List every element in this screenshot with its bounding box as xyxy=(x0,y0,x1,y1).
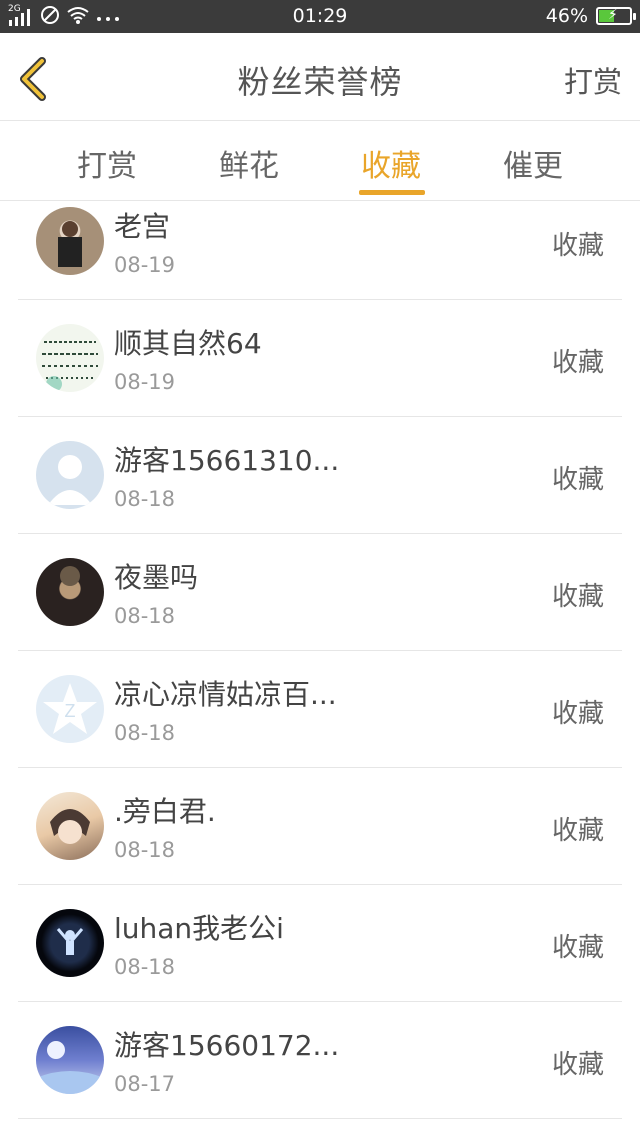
fan-list: 老宫 08-19 收藏 顺其自然64 08-19 收藏 游客15661310..… xyxy=(0,201,640,1138)
list-item[interactable]: Z 凉心凉情姑凉百... 08-18 收藏 xyxy=(0,651,640,768)
tab-urge-update[interactable]: 催更 xyxy=(473,141,593,185)
action-label: 收藏 xyxy=(551,465,604,495)
avatar xyxy=(36,1026,104,1094)
action-label: 收藏 xyxy=(551,1050,604,1080)
tab-favorites[interactable]: 收藏 xyxy=(331,141,451,185)
user-name: 老宫 xyxy=(114,210,171,243)
avatar xyxy=(36,207,104,275)
avatar xyxy=(36,558,104,626)
list-item[interactable]: .旁白君. 08-18 收藏 xyxy=(0,768,640,885)
user-name: luhan我老公i xyxy=(114,912,284,945)
action-label: 收藏 xyxy=(551,348,604,378)
avatar xyxy=(36,792,104,860)
date: 08-18 xyxy=(114,487,176,511)
default-user-icon xyxy=(48,455,92,505)
action-label: 收藏 xyxy=(551,816,604,846)
action-label: 收藏 xyxy=(551,582,604,612)
date: 08-18 xyxy=(114,721,176,745)
action-label: 收藏 xyxy=(551,231,604,261)
header: 粉丝荣誉榜 打赏 xyxy=(0,33,640,121)
date: 08-18 xyxy=(114,604,176,628)
user-name: 顺其自然64 xyxy=(114,327,262,360)
reward-button[interactable]: 打赏 xyxy=(564,59,622,101)
tab-reward[interactable]: 打赏 xyxy=(47,141,167,185)
avatar: Z xyxy=(36,675,104,743)
user-name: 游客15661310... xyxy=(114,444,340,477)
active-tab-indicator xyxy=(359,190,425,195)
list-item[interactable]: 游客15661310... 08-18 收藏 xyxy=(0,417,640,534)
action-label: 收藏 xyxy=(551,933,604,963)
date: 08-19 xyxy=(114,253,176,277)
battery-icon: ⚡ xyxy=(596,7,636,25)
date: 08-18 xyxy=(114,838,176,862)
action-label: 收藏 xyxy=(551,699,604,729)
tab-flowers[interactable]: 鲜花 xyxy=(189,141,309,185)
date: 08-17 xyxy=(114,1072,176,1096)
avatar xyxy=(36,324,104,392)
user-name: 游客15660172... xyxy=(114,1029,340,1062)
charging-icon: ⚡ xyxy=(608,7,618,23)
status-time: 01:29 xyxy=(292,5,348,27)
user-name: 凉心凉情姑凉百... xyxy=(114,678,337,711)
star-logo-icon: Z xyxy=(43,683,97,734)
list-item[interactable]: 游客15660172... 08-17 收藏 xyxy=(0,1002,640,1119)
list-item[interactable]: luhan我老公i 08-18 收藏 xyxy=(0,885,640,1002)
avatar xyxy=(36,909,104,977)
list-item[interactable]: 老宫 08-19 收藏 xyxy=(0,201,640,300)
user-name: 夜墨吗 xyxy=(114,561,199,594)
svg-text:Z: Z xyxy=(65,701,76,721)
page-title: 粉丝荣誉榜 xyxy=(237,63,403,101)
status-right: 46% ⚡ xyxy=(545,5,636,27)
status-bar: 2G 01:29 46% ⚡ xyxy=(0,0,640,33)
user-name: .旁白君. xyxy=(114,795,216,828)
tab-bar: 打赏 鲜花 收藏 催更 xyxy=(0,121,640,201)
avatar xyxy=(36,441,104,509)
date: 08-18 xyxy=(114,955,176,979)
list-item[interactable]: 顺其自然64 08-19 收藏 xyxy=(0,300,640,417)
date: 08-19 xyxy=(114,370,176,394)
divider xyxy=(18,1118,622,1119)
list-item[interactable]: 夜墨吗 08-18 收藏 xyxy=(0,534,640,651)
battery-percent: 46% xyxy=(545,5,588,27)
